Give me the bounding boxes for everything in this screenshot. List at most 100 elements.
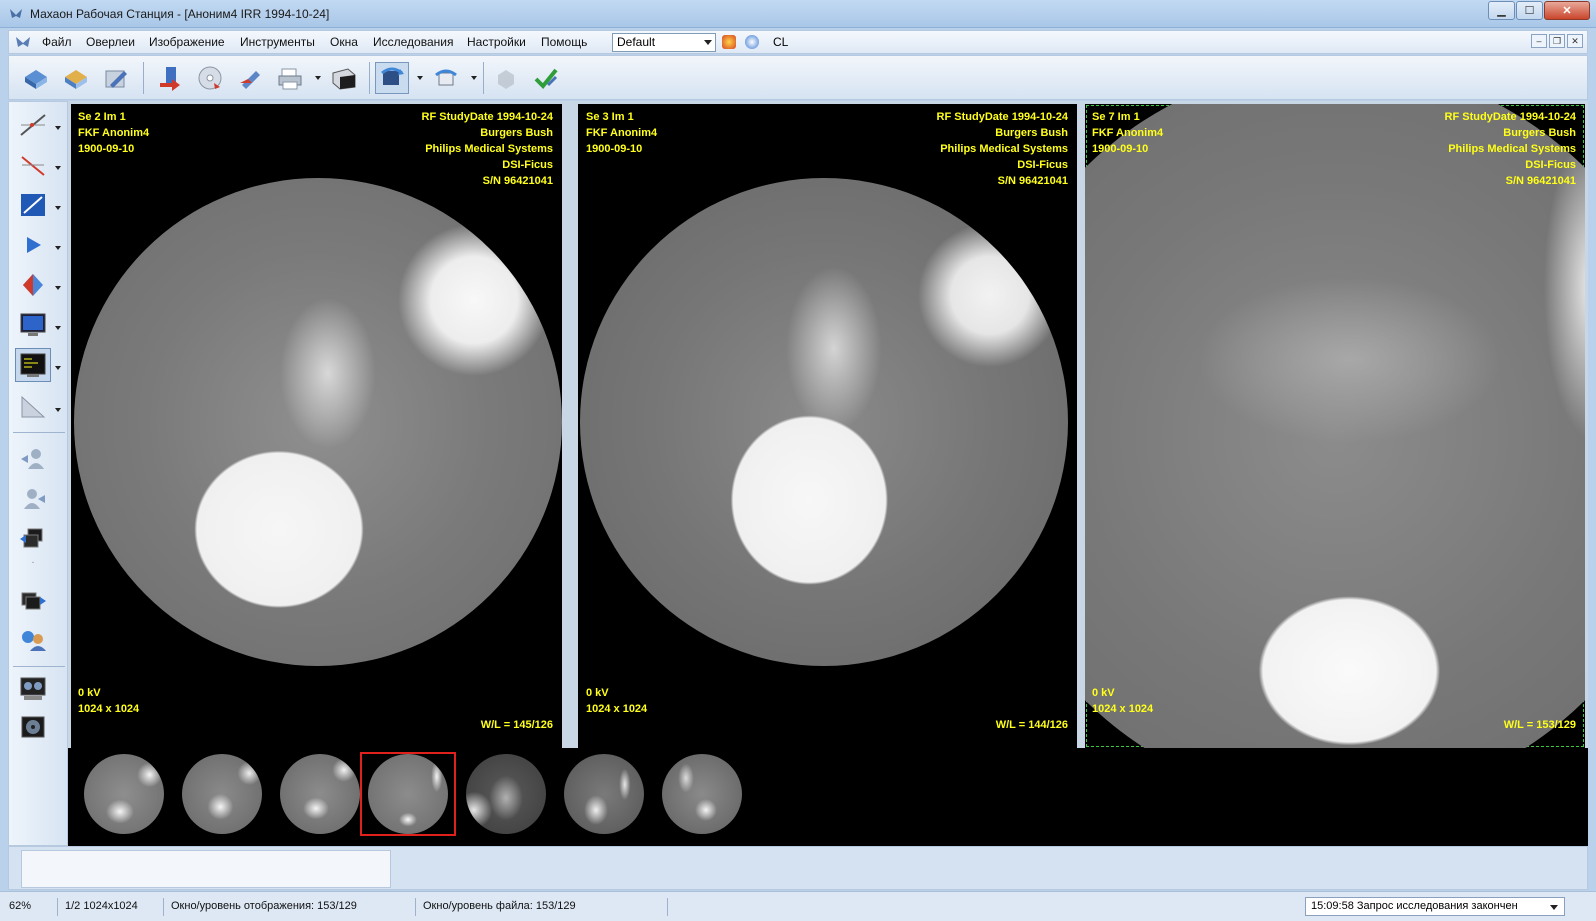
monitor-button[interactable]	[15, 308, 51, 342]
thumbnail-image	[84, 754, 164, 834]
status-message-dropdown[interactable]: 15:09:58 Запрос исследования закончен	[1305, 897, 1565, 916]
users-button[interactable]	[15, 482, 51, 516]
user-button[interactable]	[15, 442, 51, 476]
measure-angle-button[interactable]	[15, 148, 51, 182]
curve-button[interactable]	[15, 390, 51, 424]
disk-button[interactable]	[15, 710, 51, 744]
viewport-1[interactable]: Se 2 Im 1 FKF Anonim4 1900-09-10 RF Stud…	[71, 104, 562, 748]
edit-icon	[105, 70, 127, 88]
compare-icon	[22, 631, 46, 651]
print-icon	[278, 68, 302, 90]
open-study-icon	[25, 70, 47, 89]
thumbnail-strip	[68, 748, 1588, 846]
measure-line-icon	[20, 114, 46, 136]
minimize-button[interactable]: ▁	[1488, 1, 1515, 20]
flip-button[interactable]	[429, 62, 463, 94]
viewport-2[interactable]: Se 3 Im 1 FKF Anonim4 1900-09-10 RF Stud…	[578, 104, 1077, 748]
curve-icon	[21, 395, 46, 418]
kv-label: 0 kV	[1092, 687, 1115, 699]
model: DSI-Ficus	[1017, 159, 1068, 171]
thumbnail-7[interactable]	[654, 752, 750, 836]
matrix-size: 1024 x 1024	[1092, 703, 1154, 715]
open-study-button[interactable]	[19, 62, 53, 94]
burn-cd-button[interactable]	[193, 62, 227, 94]
thumbnail-1[interactable]	[76, 752, 172, 836]
status-bar: 62% 1/2 1024x1024 Окно/уровень отображен…	[0, 891, 1596, 921]
study-date: RF StudyDate 1994-10-24	[421, 111, 553, 123]
menu-overlays[interactable]: Оверлеи	[86, 35, 135, 49]
xray-image	[1085, 104, 1585, 748]
institution: Burgers Bush	[1503, 127, 1576, 139]
thumbnail-5[interactable]	[458, 752, 554, 836]
thumbnail-3[interactable]	[272, 752, 368, 836]
contrast-button[interactable]	[15, 268, 51, 302]
cube-icon	[498, 70, 514, 89]
serial-number: S/N 96421041	[997, 175, 1068, 187]
thumbnail-2[interactable]	[174, 752, 270, 836]
menu-studies[interactable]: Исследования	[373, 35, 453, 49]
left-toolbar: ·	[8, 101, 68, 846]
menu-file[interactable]: Файл	[42, 35, 72, 49]
app-menu-icon[interactable]	[15, 35, 31, 49]
cl-button[interactable]: CL	[773, 35, 788, 49]
close-button[interactable]: ✕	[1544, 1, 1590, 20]
approve-button[interactable]	[529, 62, 563, 94]
cine-button[interactable]	[15, 584, 51, 618]
patient-name: FKF Anonim4	[586, 127, 658, 139]
monitors-icon	[20, 677, 46, 700]
image-status: 1/2 1024x1024	[60, 898, 164, 916]
mdi-minimize-button[interactable]: –	[1531, 34, 1547, 48]
monitors-button[interactable]	[15, 672, 51, 706]
menu-tools[interactable]: Инструменты	[240, 35, 315, 49]
gear-icon[interactable]	[745, 35, 759, 49]
model: DSI-Ficus	[1525, 159, 1576, 171]
status-message: 15:09:58 Запрос исследования закончен	[1311, 900, 1518, 912]
thumbnail-4[interactable]	[360, 752, 456, 836]
birth-date: 1900-09-10	[78, 143, 135, 155]
menu-image[interactable]: Изображение	[149, 35, 225, 49]
send-button[interactable]	[233, 62, 267, 94]
maximize-button[interactable]: ☐	[1516, 1, 1543, 20]
cube-button[interactable]	[489, 62, 523, 94]
serial-number: S/N 96421041	[482, 175, 553, 187]
zoom-status: 62%	[4, 898, 58, 916]
print-button[interactable]	[273, 62, 307, 94]
export-button[interactable]	[153, 62, 187, 94]
manufacturer: Philips Medical Systems	[1448, 143, 1576, 155]
thumbnail-6[interactable]	[556, 752, 652, 836]
menu-settings[interactable]: Настройки	[467, 35, 526, 49]
mdi-close-button[interactable]: ✕	[1567, 34, 1583, 48]
menu-bar: Файл Оверлеи Изображение Инструменты Окн…	[8, 30, 1588, 54]
thumbnail-image	[662, 754, 742, 834]
birth-date: 1900-09-10	[586, 143, 643, 155]
app-logo-icon	[10, 9, 22, 18]
chevron-down-icon	[1550, 905, 1558, 910]
study-date: RF StudyDate 1994-10-24	[1444, 111, 1576, 123]
thumbnail-image	[182, 754, 262, 834]
compare-button[interactable]	[15, 624, 51, 658]
series-button[interactable]	[15, 522, 51, 556]
rotate-button[interactable]	[375, 62, 409, 94]
file-wl-status: Окно/уровень файла: 153/129	[418, 898, 668, 916]
user-icon	[21, 449, 44, 469]
preset-value: Default	[617, 35, 656, 49]
xray-image	[74, 178, 562, 666]
patient-name: FKF Anonim4	[1092, 127, 1164, 139]
scanner-button[interactable]	[327, 62, 361, 94]
preset-select[interactable]: Default	[612, 33, 716, 52]
lightning-icon[interactable]	[722, 35, 736, 49]
menu-help[interactable]: Помощь	[541, 35, 587, 49]
menu-windows[interactable]: Окна	[330, 35, 358, 49]
open-folder-button[interactable]	[59, 62, 93, 94]
viewport-3[interactable]: Se 7 Im 1 FKF Anonim4 1900-09-10 RF Stud…	[1085, 104, 1585, 748]
layout-button[interactable]	[15, 348, 51, 382]
burn-cd-icon	[198, 66, 222, 90]
measure-line-button[interactable]	[15, 108, 51, 142]
model: DSI-Ficus	[502, 159, 553, 171]
series-label: Se 2 Im 1	[78, 111, 126, 123]
play-button[interactable]	[15, 228, 51, 262]
roi-button[interactable]	[15, 188, 51, 222]
edit-button[interactable]	[99, 62, 133, 94]
check-icon	[534, 68, 558, 89]
mdi-restore-button[interactable]: ❐	[1549, 34, 1565, 48]
